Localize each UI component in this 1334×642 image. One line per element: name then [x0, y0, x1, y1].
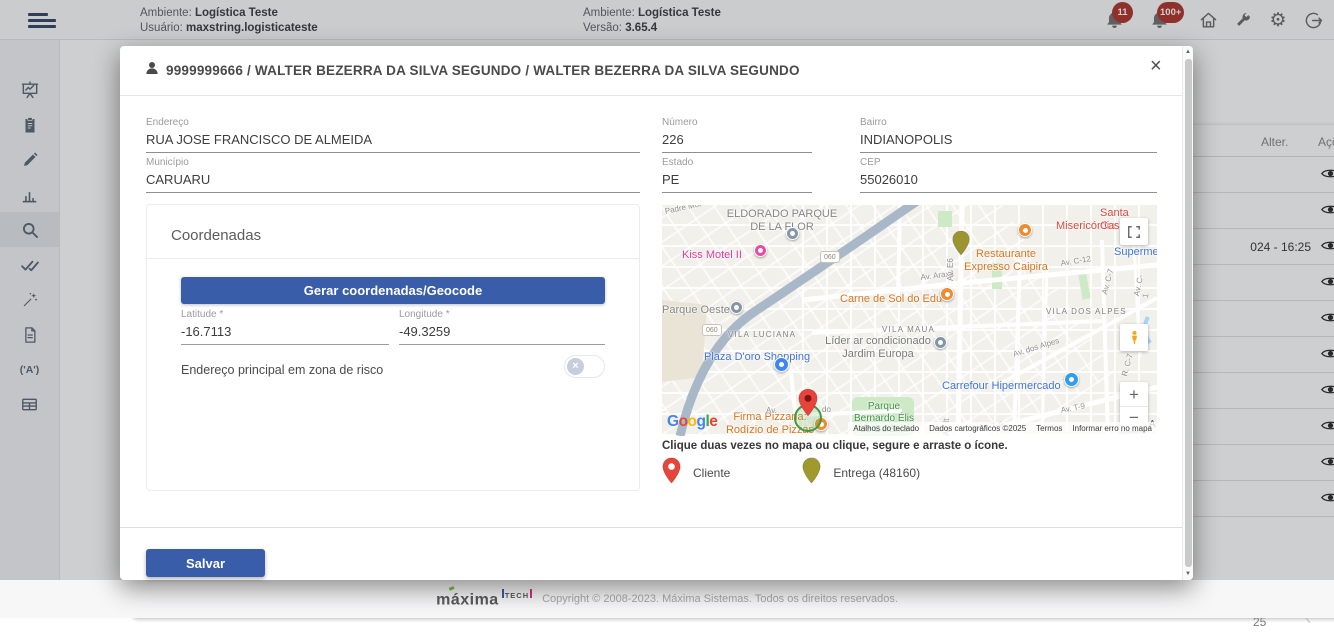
legend-pin-icon	[802, 457, 821, 489]
bairro-label: Bairro	[860, 117, 1157, 128]
modal-scrollbar[interactable]: ▲ ▼	[1182, 46, 1193, 580]
road-shield: 060	[820, 251, 840, 263]
poi-glyph	[779, 362, 784, 367]
google-logo: Google	[667, 413, 717, 431]
poi-glyph	[938, 340, 943, 345]
coordenadas-panel: Coordenadas Gerar coordenadas/Geocode La…	[146, 204, 640, 491]
longitude-value[interactable]: -49.3259	[399, 324, 605, 345]
maxima-tech-logo: máximaTECH	[436, 589, 532, 609]
legend-label: Cliente	[693, 466, 730, 480]
estado-value[interactable]: PE	[662, 172, 812, 193]
supermarket-poi[interactable]	[1064, 372, 1079, 387]
copyright-text: Copyright © 2008-2023. Máxima Sistemas. …	[542, 593, 898, 605]
bairro-field[interactable]: Bairro INDIANOPOLIS	[860, 117, 1157, 153]
estado-field[interactable]: Estado PE	[662, 157, 812, 193]
save-button[interactable]: Salvar	[146, 549, 265, 577]
cep-value[interactable]: 55026010	[860, 172, 1157, 193]
endereco-value[interactable]: RUA JOSE FRANCISCO DE ALMEIDA	[146, 132, 640, 153]
attribution-link[interactable]: Termos	[1036, 424, 1062, 433]
legend-pin-icon	[662, 457, 681, 489]
parque-oeste-poi[interactable]	[730, 301, 743, 314]
numero-label: Número	[662, 117, 812, 128]
poi-glyph	[734, 305, 739, 310]
coordenadas-divider	[147, 258, 639, 259]
restaurant-poi[interactable]	[940, 287, 954, 301]
endereco-label: Endereço	[146, 117, 640, 128]
poi-glyph	[1023, 228, 1028, 233]
longitude-field[interactable]: Longitude * -49.3259	[399, 309, 605, 345]
estado-label: Estado	[662, 157, 812, 168]
map-pegman-control[interactable]	[1120, 324, 1148, 351]
google-map[interactable]: Padre MorELDORADO PARQUE DE LA FLORKiss …	[662, 205, 1157, 436]
map-attribution: Atalhos do teclado Dados cartográficos ©2…	[848, 422, 1157, 436]
latitude-field[interactable]: Latitude * -16.7113	[181, 309, 389, 345]
map-legend: Cliente Entrega (48160)	[662, 456, 920, 490]
poi-glyph	[1069, 377, 1074, 382]
geocode-button[interactable]: Gerar coordenadas/Geocode	[181, 277, 605, 304]
municipio-field[interactable]: Município CARUARU	[146, 157, 640, 193]
modal-title: 9999999666 / WALTER BEZERRA DA SILVA SEG…	[166, 63, 800, 78]
map-fullscreen-button[interactable]	[1120, 218, 1148, 245]
scrollbar-up-arrow[interactable]: ▲	[1183, 49, 1193, 55]
legend-item: Entrega (48160)	[802, 457, 920, 489]
municipio-value[interactable]: CARUARU	[146, 172, 640, 193]
attribution-link[interactable]: Atalhos do teclado	[853, 424, 919, 433]
attribution-link[interactable]: Dados cartográficos ©2025	[929, 424, 1026, 433]
shopping-poi[interactable]	[774, 357, 789, 372]
client-pin-marker[interactable]	[798, 387, 818, 423]
risk-zone-toggle[interactable]: ×	[564, 355, 605, 378]
footer: máximaTECH Copyright © 2008-2023. Máxima…	[0, 580, 1334, 618]
restaurant-poi[interactable]	[1018, 223, 1032, 237]
logo-accent	[449, 586, 455, 590]
risk-zone-label: Endereço principal em zona de risco	[181, 363, 383, 377]
customer-address-modal: 9999999666 / WALTER BEZERRA DA SILVA SEG…	[120, 46, 1193, 580]
toggle-knob-x-icon: ×	[567, 358, 584, 375]
legend-item: Cliente	[662, 457, 730, 489]
delivery-pin-marker[interactable]	[952, 229, 970, 262]
coordenadas-title: Coordenadas	[171, 227, 261, 244]
cep-label: CEP	[860, 157, 1157, 168]
attribution-link[interactable]: Informar erro no mapa	[1072, 424, 1152, 433]
longitude-label: Longitude *	[399, 309, 605, 320]
person-icon	[144, 60, 160, 81]
close-icon[interactable]: ×	[1150, 56, 1162, 76]
map-roads-layer	[662, 205, 1157, 436]
numero-value[interactable]: 226	[662, 132, 812, 153]
bairro-value[interactable]: INDIANOPOLIS	[860, 132, 1157, 153]
pegman-icon	[1127, 330, 1142, 345]
motel-poi[interactable]	[754, 244, 767, 257]
header-divider	[120, 95, 1182, 96]
latitude-value[interactable]: -16.7113	[181, 324, 389, 345]
latitude-label: Latitude *	[181, 309, 389, 320]
cep-field[interactable]: CEP 55026010	[860, 157, 1157, 193]
fullscreen-icon	[1127, 225, 1141, 239]
poi-glyph	[758, 248, 763, 253]
footer-divider	[120, 527, 1182, 528]
numero-field[interactable]: Número 226	[662, 117, 812, 153]
road-shield: 060	[702, 324, 722, 336]
poi-glyph	[945, 292, 950, 297]
transit-poi[interactable]	[786, 227, 799, 240]
endereco-field[interactable]: Endereço RUA JOSE FRANCISCO DE ALMEIDA	[146, 117, 640, 153]
store-poi[interactable]	[934, 336, 947, 349]
map-hint-text: Clique duas vezes no mapa ou clique, seg…	[662, 440, 1008, 452]
zoom-in-button[interactable]: +	[1120, 383, 1148, 407]
scrollbar-down-arrow[interactable]: ▼	[1183, 571, 1193, 577]
legend-label: Entrega (48160)	[833, 466, 920, 480]
poi-glyph	[790, 231, 795, 236]
scrollbar-thumb[interactable]	[1185, 59, 1192, 567]
municipio-label: Município	[146, 157, 640, 168]
